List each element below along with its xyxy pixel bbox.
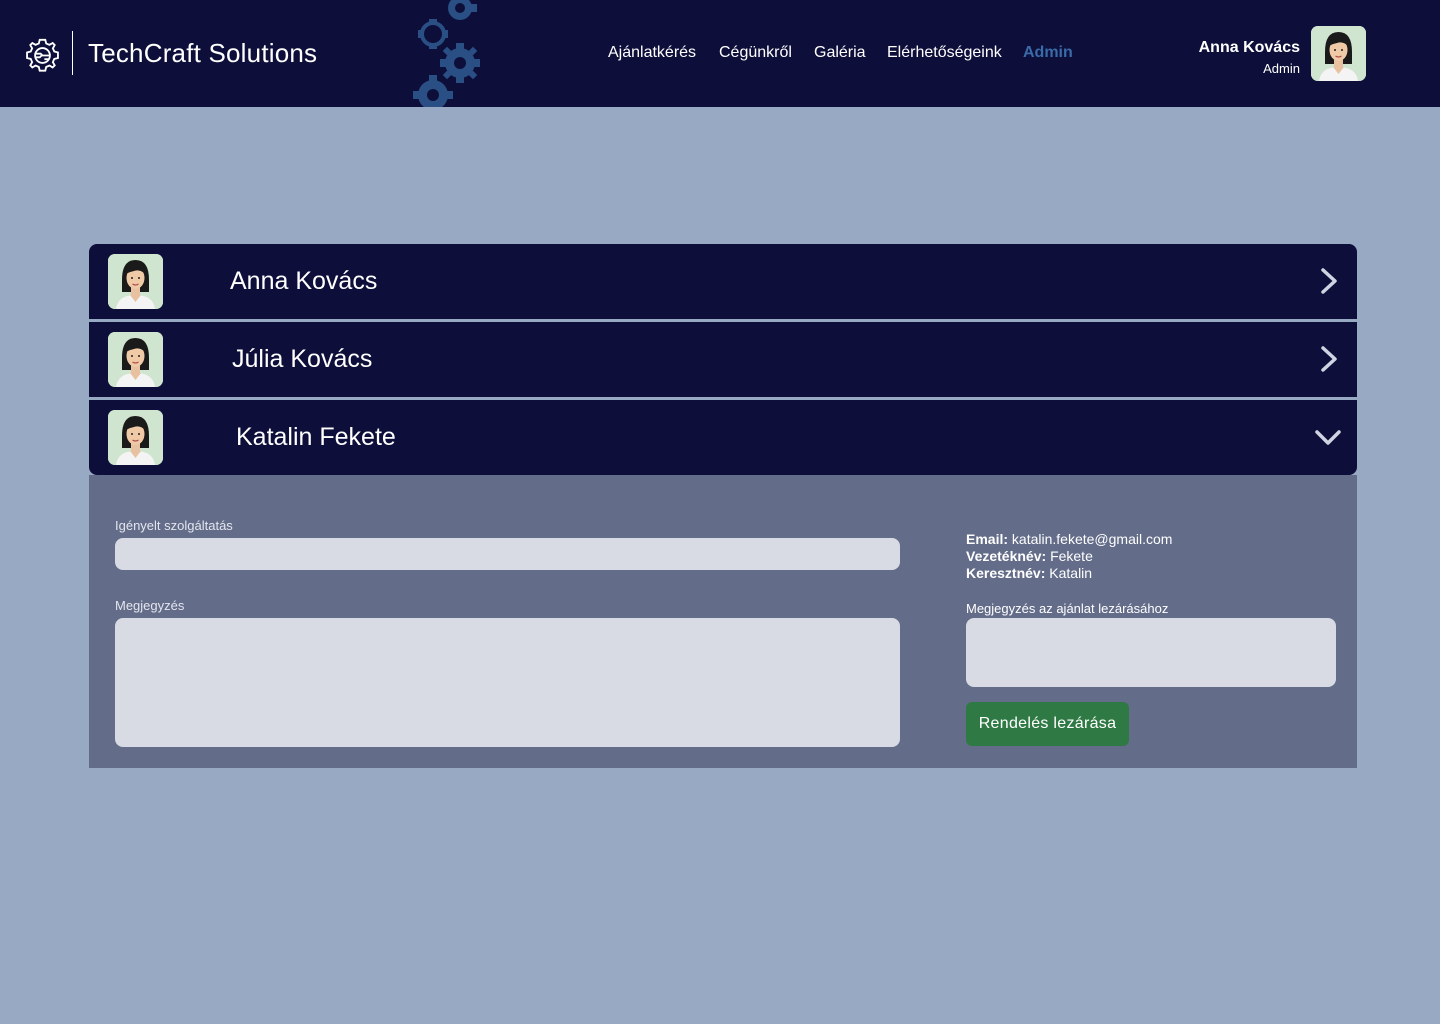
- avatar-icon: [108, 410, 163, 465]
- lastname-row: Vezetéknév: Fekete: [966, 548, 1172, 565]
- avatar-icon: [1311, 26, 1366, 81]
- accordion-item-name: Júlia Kovács: [232, 345, 373, 373]
- email-label: Email:: [966, 531, 1009, 547]
- gears-icon: [413, 0, 480, 107]
- close-order-button[interactable]: Rendelés lezárása: [966, 702, 1129, 746]
- logo-divider: [72, 31, 73, 75]
- lastname-label: Vezetéknév:: [966, 548, 1047, 564]
- chevron-right-icon[interactable]: [1313, 344, 1343, 374]
- accordion-item-julia-kovacs[interactable]: Júlia Kovács: [89, 322, 1357, 397]
- nav-ajanlatkeres[interactable]: Ajánlatkérés: [608, 44, 696, 62]
- customer-info: Email: katalin.fekete@gmail.com Vezetékn…: [966, 531, 1172, 582]
- avatar: [108, 410, 163, 465]
- accordion-item-katalin-fekete[interactable]: Katalin Fekete: [89, 400, 1357, 475]
- nav-galeria[interactable]: Galéria: [814, 44, 866, 62]
- nav-elerhetosegeink[interactable]: Elérhetőségeink: [887, 44, 1002, 62]
- brand-name[interactable]: TechCraft Solutions: [88, 38, 317, 69]
- accordion-item-anna-kovacs[interactable]: Anna Kovács: [89, 244, 1357, 319]
- accordion-item-name: Anna Kovács: [230, 267, 378, 295]
- service-field[interactable]: [115, 538, 900, 570]
- nav-cegunkrol[interactable]: Cégünkről: [719, 44, 792, 62]
- avatar: [108, 254, 163, 309]
- firstname-label: Keresztnév:: [966, 565, 1046, 581]
- gear-circuit-icon[interactable]: [24, 37, 61, 74]
- close-note-field[interactable]: [966, 618, 1336, 687]
- email-row: Email: katalin.fekete@gmail.com: [966, 531, 1172, 548]
- chevron-right-icon[interactable]: [1313, 266, 1343, 296]
- current-user-role: Admin: [1263, 61, 1300, 76]
- lastname-value: Fekete: [1050, 548, 1093, 564]
- top-navbar: TechCraft Solutions Ajánlatkérés Cégünkr…: [0, 0, 1440, 107]
- chevron-down-icon[interactable]: [1313, 423, 1343, 453]
- avatar-icon: [108, 254, 163, 309]
- avatar: [108, 332, 163, 387]
- avatar-icon: [108, 332, 163, 387]
- offer-detail-panel: Igényelt szolgáltatás Megjegyzés Email: …: [89, 475, 1357, 768]
- nav-admin[interactable]: Admin: [1023, 44, 1073, 62]
- firstname-value: Katalin: [1049, 565, 1093, 581]
- note-field[interactable]: [115, 618, 900, 747]
- current-user-name[interactable]: Anna Kovács: [1199, 39, 1300, 57]
- firstname-row: Keresztnév: Katalin: [966, 565, 1172, 582]
- note-label: Megjegyzés: [115, 598, 185, 613]
- avatar[interactable]: [1311, 26, 1366, 81]
- service-label: Igényelt szolgáltatás: [115, 518, 233, 533]
- close-note-label: Megjegyzés az ajánlat lezárásához: [966, 601, 1169, 616]
- offer-requests-accordion: Anna Kovács Júlia Kovács Katalin Fekete: [89, 244, 1357, 475]
- email-value: katalin.fekete@gmail.com: [1011, 531, 1173, 547]
- accordion-item-name: Katalin Fekete: [236, 423, 396, 451]
